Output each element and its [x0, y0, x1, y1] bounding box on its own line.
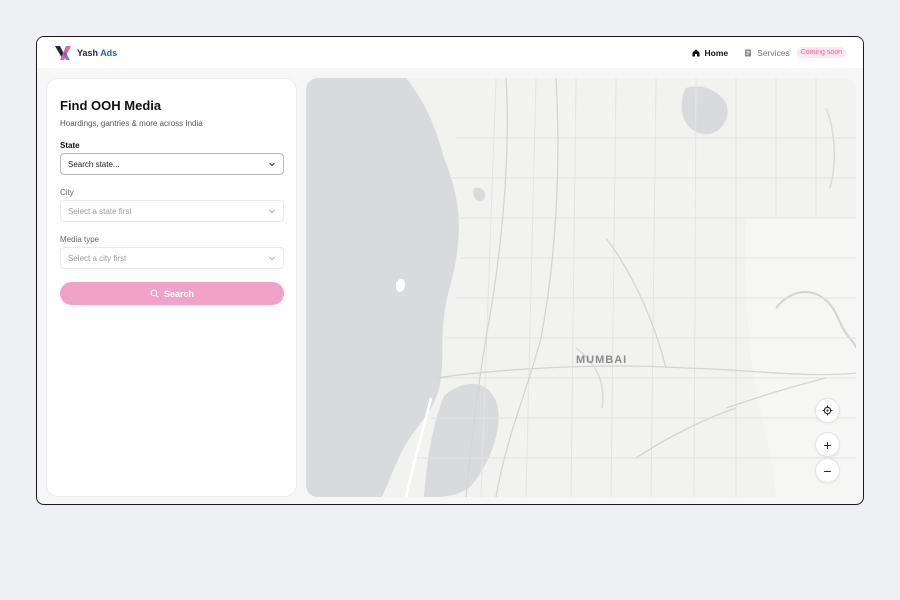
state-select[interactable]: Search state... — [60, 153, 284, 175]
media-type-label: Media type — [60, 235, 100, 244]
city-select[interactable]: Select a state first — [60, 200, 284, 222]
map-view[interactable]: MUMBAI + − — [306, 78, 856, 497]
locate-me-button[interactable] — [815, 398, 840, 423]
panel-title: Find OOH Media — [60, 98, 162, 113]
minus-icon: − — [823, 462, 832, 479]
brand-name-first: Yash — [77, 47, 99, 58]
media-type-select-value: Select a city first — [68, 253, 127, 263]
brand-logo-icon — [55, 45, 71, 60]
main-nav: Home Services Coming soon — [692, 47, 846, 58]
map-canvas[interactable] — [306, 78, 856, 497]
panel-subtitle: Hoardings, gantries & more across India — [60, 119, 203, 128]
city-label: City — [60, 188, 74, 197]
plus-icon: + — [823, 436, 832, 453]
nav-home-label: Home — [704, 47, 729, 58]
home-icon — [692, 49, 700, 56]
media-type-select[interactable]: Select a city first — [60, 247, 284, 269]
nav-services-label: Services — [757, 47, 790, 58]
crosshair-icon — [822, 405, 833, 416]
zoom-in-button[interactable]: + — [815, 432, 840, 457]
app-window: Yash Ads Home Services Coming soon Find … — [36, 36, 864, 505]
chevron-down-icon — [269, 162, 275, 167]
state-select-value: Search state... — [68, 159, 120, 169]
brand-name: Yash Ads — [77, 48, 117, 58]
search-panel: Find OOH Media Hoardings, gantries & mor… — [46, 78, 297, 497]
search-button[interactable]: Search — [60, 282, 284, 305]
nav-home[interactable]: Home — [692, 47, 729, 58]
map-city-label: MUMBAI — [576, 354, 628, 366]
coming-soon-badge: Coming soon — [796, 47, 846, 58]
brand-name-second: Ads — [100, 47, 118, 58]
chevron-down-icon — [269, 209, 275, 214]
search-icon — [150, 289, 159, 298]
nav-services[interactable]: Services Coming soon — [744, 47, 846, 58]
city-select-value: Select a state first — [68, 206, 132, 216]
top-navbar: Yash Ads Home Services Coming soon — [37, 37, 863, 68]
search-button-label: Search — [163, 288, 195, 299]
chevron-down-icon — [269, 256, 275, 261]
state-label: State — [60, 141, 80, 150]
document-icon — [745, 49, 752, 56]
brand[interactable]: Yash Ads — [54, 45, 117, 61]
zoom-out-button[interactable]: − — [815, 458, 840, 483]
